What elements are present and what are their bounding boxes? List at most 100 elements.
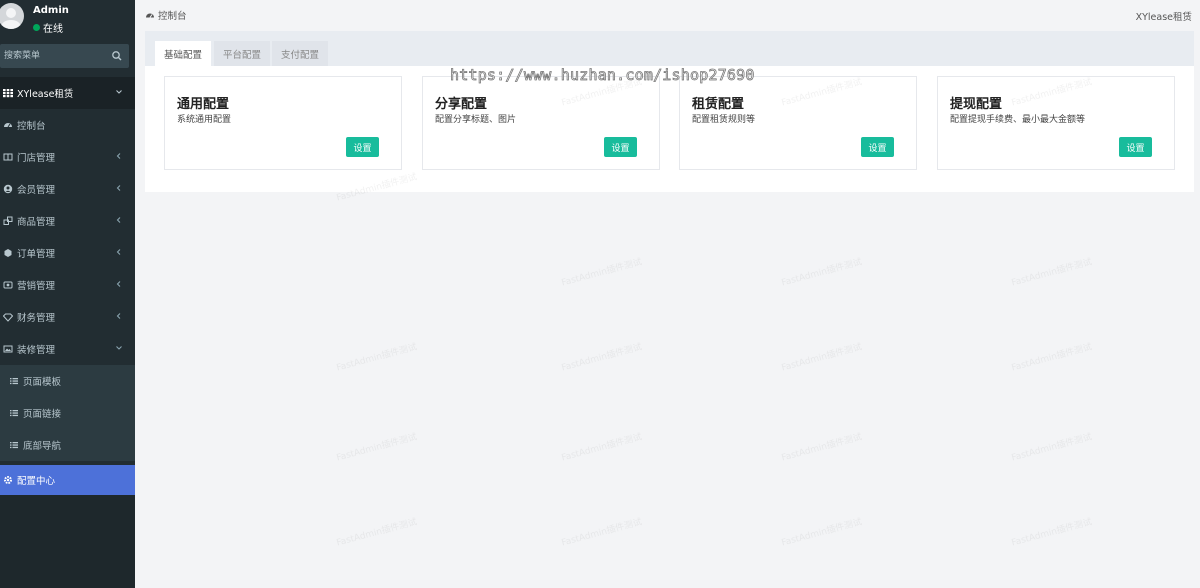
search-icon[interactable]: [110, 49, 124, 63]
brand-name: XYlease租赁: [1135, 12, 1192, 23]
sidebar-item-config-center[interactable]: 配置中心: [0, 465, 135, 495]
watermark-text: FastAdmin插件测试: [335, 432, 419, 464]
watermark-text: FastAdmin插件测试: [780, 257, 864, 289]
sidebar-item-dashboard[interactable]: 控制台: [0, 109, 135, 141]
gear-icon: [3, 475, 13, 485]
watermark-text: FastAdmin插件测试: [560, 432, 644, 464]
user-status-text: 在线: [43, 24, 63, 35]
list-icon: [9, 408, 19, 418]
lease-config-settings-button[interactable]: 设置: [861, 137, 894, 157]
dashboard-icon: [3, 120, 13, 130]
watermark-text: FastAdmin插件测试: [1010, 432, 1094, 464]
tab-platform-config[interactable]: 平台配置: [214, 41, 271, 66]
general-config-settings-button[interactable]: 设置: [346, 137, 379, 157]
sidebar-item-label: 装修管理: [17, 345, 56, 356]
sidebar-item-marketing[interactable]: 营销管理: [0, 269, 135, 301]
sidebar-item-goods[interactable]: 商品管理: [0, 205, 135, 237]
chevron-left-icon: [115, 280, 125, 290]
topbar: 控制台 XYlease租赁: [135, 0, 1200, 30]
card-description: 配置租赁规则等: [692, 115, 756, 125]
menu-search: [0, 44, 129, 68]
user-status: 在线: [33, 20, 63, 35]
user-panel: Admin 在线: [0, 0, 135, 38]
avatar[interactable]: [0, 3, 24, 29]
card-lease-config: 租赁配置 配置租赁规则等 设置: [679, 76, 917, 170]
breadcrumb-link[interactable]: 控制台: [158, 8, 187, 22]
card-description: 配置分享标题、图片: [435, 115, 517, 125]
sidebar-item-store[interactable]: 门店管理: [0, 141, 135, 173]
sidebar-subitem-label: 页面链接: [23, 409, 62, 420]
sidebar-item-label: 营销管理: [17, 281, 56, 292]
tab-basic-config[interactable]: 基础配置: [155, 41, 212, 66]
watermark-text: FastAdmin插件测试: [335, 342, 419, 374]
list-icon: [9, 376, 19, 386]
watermark-text: FastAdmin插件测试: [560, 342, 644, 374]
breadcrumb: 控制台: [145, 8, 187, 22]
watermark-text: FastAdmin插件测试: [1010, 342, 1094, 374]
sidebar-subitem-label: 底部导航: [23, 441, 62, 452]
decoration-submenu: 页面模板 页面链接 底部导航: [0, 365, 135, 461]
sidebar-item-label: 订单管理: [17, 249, 56, 260]
config-tabs: 基础配置 平台配置 支付配置: [145, 31, 1194, 66]
sidebar-subitem-page-link[interactable]: 页面链接: [0, 397, 135, 429]
sidebar-item-finance[interactable]: 财务管理: [0, 301, 135, 333]
sidebar-item-members[interactable]: 会员管理: [0, 173, 135, 205]
watermark-text: FastAdmin插件测试: [560, 517, 644, 549]
sidebar-item-label: 门店管理: [17, 153, 56, 164]
sidebar-item-decoration[interactable]: 装修管理: [0, 333, 135, 365]
sidebar-menu: XYlease租赁 控制台 门店管理 会员管理 商品管理 订单管理 营销管理 财…: [0, 77, 135, 495]
card-title: 提现配置: [950, 97, 1003, 112]
sidebar-item-label: 配置中心: [17, 476, 56, 487]
store-icon: [3, 152, 13, 162]
goods-icon: [3, 216, 13, 226]
chevron-left-icon: [115, 216, 125, 226]
sidebar-subitem-bottom-nav[interactable]: 底部导航: [0, 429, 135, 461]
chevron-down-icon: [115, 344, 125, 354]
sidebar-subitem-label: 页面模板: [23, 377, 62, 388]
watermark-text: FastAdmin插件测试: [780, 342, 864, 374]
diamond-icon: [3, 312, 13, 322]
share-config-settings-button[interactable]: 设置: [604, 137, 637, 157]
card-description: 系统通用配置: [177, 115, 232, 125]
sidebar-item-label: 财务管理: [17, 313, 56, 324]
watermark-text: FastAdmin插件测试: [335, 517, 419, 549]
card-title: 分享配置: [435, 97, 488, 112]
user-name: Admin: [33, 5, 69, 16]
card-title: 通用配置: [177, 97, 230, 112]
tab-payment-config[interactable]: 支付配置: [272, 41, 329, 66]
card-withdraw-config: 提现配置 配置提现手续费、最小最大金额等 设置: [937, 76, 1175, 170]
card-title: 租赁配置: [692, 97, 745, 112]
card-share-config: 分享配置 配置分享标题、图片 设置: [422, 76, 660, 170]
dashboard-icon: [145, 10, 155, 20]
sidebar-item-label: 会员管理: [17, 185, 56, 196]
chevron-left-icon: [115, 184, 125, 194]
menu-search-input[interactable]: [0, 44, 105, 68]
sidebar-item-label: 控制台: [17, 121, 46, 132]
image-icon: [3, 344, 13, 354]
watermark-url: https://www.huzhan.com/ishop27690: [450, 66, 755, 85]
sidebar: Admin 在线 XYlease租赁 控制台: [0, 0, 135, 588]
grid-icon: [3, 88, 13, 98]
chevron-left-icon: [115, 312, 125, 322]
watermark-text: FastAdmin插件测试: [1010, 517, 1094, 549]
chevron-left-icon: [115, 152, 125, 162]
user-icon: [3, 184, 13, 194]
sidebar-group-label: XYlease租赁: [17, 89, 74, 100]
chevron-down-icon: [115, 88, 125, 98]
chevron-left-icon: [115, 248, 125, 258]
sidebar-group-xylease[interactable]: XYlease租赁: [0, 77, 135, 109]
withdraw-config-settings-button[interactable]: 设置: [1119, 137, 1152, 157]
sidebar-item-label: 商品管理: [17, 217, 56, 228]
watermark-text: FastAdmin插件测试: [780, 432, 864, 464]
watermark-text: FastAdmin插件测试: [1010, 257, 1094, 289]
watermark-text: FastAdmin插件测试: [560, 257, 644, 289]
sidebar-item-orders[interactable]: 订单管理: [0, 237, 135, 269]
list-icon: [9, 440, 19, 450]
sidebar-subitem-page-template[interactable]: 页面模板: [0, 365, 135, 397]
marketing-icon: [3, 280, 13, 290]
card-general-config: 通用配置 系统通用配置 设置: [164, 76, 402, 170]
watermark-text: FastAdmin插件测试: [780, 517, 864, 549]
online-dot-icon: [33, 24, 40, 31]
order-icon: [3, 248, 13, 258]
card-description: 配置提现手续费、最小最大金额等: [950, 115, 1086, 125]
